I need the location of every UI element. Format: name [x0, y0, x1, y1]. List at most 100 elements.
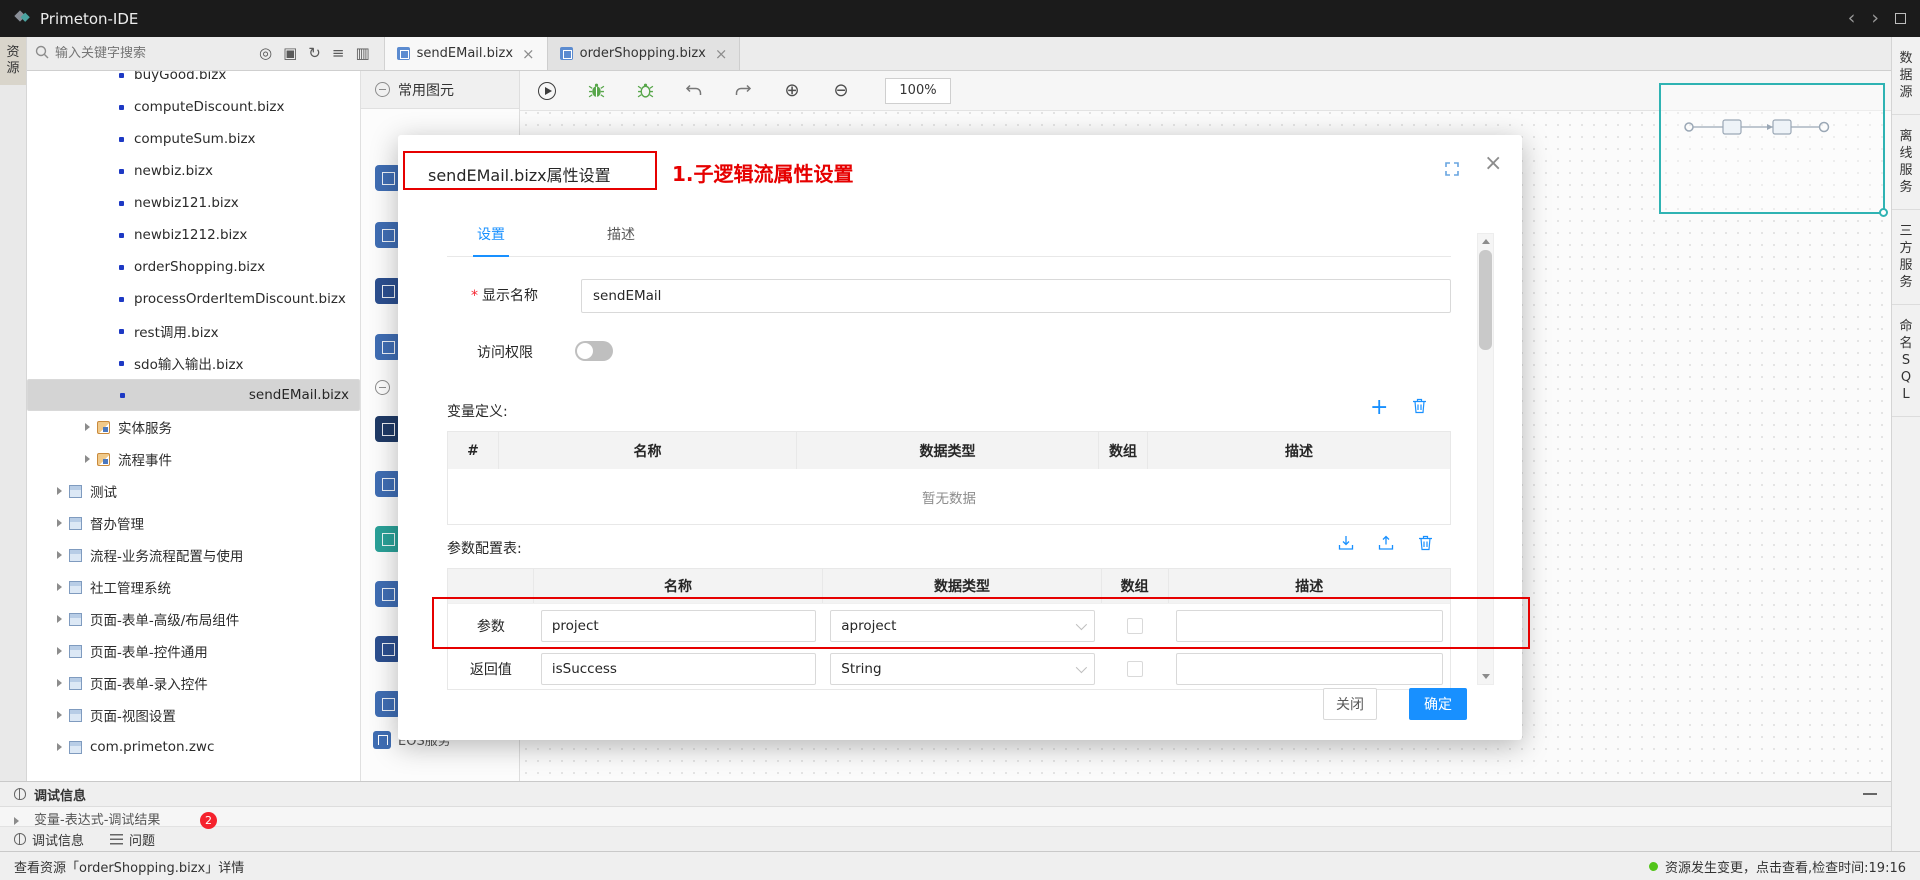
add-variable-icon[interactable]: +: [1370, 397, 1388, 419]
close-button[interactable]: 关闭: [1323, 688, 1377, 720]
back-icon[interactable]: ‹: [1848, 9, 1856, 28]
rail-item-label: 三方服务: [1899, 223, 1914, 291]
param-desc-input[interactable]: [1176, 653, 1443, 685]
tree-item-package[interactable]: 页面-表单-高级/布局组件: [27, 603, 360, 635]
tab-problems[interactable]: 问题: [110, 830, 155, 849]
forward-icon[interactable]: ›: [1871, 9, 1879, 28]
tree-item-package[interactable]: 测试: [27, 475, 360, 507]
tree-item-file[interactable]: processOrderItemDiscount.bizx: [27, 283, 360, 315]
param-name-input[interactable]: [541, 610, 816, 642]
tree-item-file[interactable]: orderShopping.bizx: [27, 251, 360, 283]
tab-description[interactable]: 描述: [607, 224, 635, 256]
file-bullet-icon: [119, 265, 124, 270]
bizx-file-icon: [397, 47, 410, 60]
zoom-in-icon[interactable]: ⊕: [781, 80, 803, 102]
export-params-icon[interactable]: [1378, 535, 1394, 555]
close-tab-icon[interactable]: ×: [522, 45, 535, 63]
array-checkbox[interactable]: [1127, 618, 1143, 634]
param-datatype-select[interactable]: String: [830, 653, 1094, 685]
delete-param-icon[interactable]: [1418, 535, 1433, 555]
tab-debug-info[interactable]: 调试信息: [14, 830, 84, 849]
tree-item-package[interactable]: 页面-表单-控件通用: [27, 635, 360, 667]
tree-item-package[interactable]: com.primeton.zwc: [27, 731, 360, 763]
file-bullet-icon: [119, 73, 124, 78]
tree-item-package[interactable]: 督办管理: [27, 507, 360, 539]
tree-item-package[interactable]: 流程-业务流程配置与使用: [27, 539, 360, 571]
access-toggle[interactable]: [575, 341, 613, 361]
tree-item-file-selected[interactable]: sendEMail.bizx: [27, 379, 360, 411]
header-row: ◎ ▣ ↻ ≡ ▥ sendEMail.bizx × orderShopping…: [27, 37, 1891, 71]
statusbar-right-text[interactable]: 资源发生变更，点击查看,检查时间:19:16: [1665, 857, 1906, 876]
debug-panel: 调试信息 变量-表达式-调试结果 调试信息 问题 2: [0, 781, 1891, 851]
collapse-panel-icon[interactable]: [1863, 793, 1877, 795]
param-desc-input[interactable]: [1176, 610, 1443, 642]
window-layout-icon[interactable]: [1895, 13, 1906, 24]
close-tab-icon[interactable]: ×: [715, 45, 728, 63]
rail-item-datasource[interactable]: 数据源: [1892, 37, 1920, 115]
scroll-down-icon[interactable]: [1478, 669, 1493, 684]
tree-item-label: newbiz1212.bizx: [134, 227, 247, 243]
ok-button[interactable]: 确定: [1409, 688, 1467, 720]
chevron-right-icon: [57, 647, 62, 655]
tree-item-package[interactable]: 页面-表单-录入控件: [27, 667, 360, 699]
rail-item-thirdparty-service[interactable]: 三方服务: [1892, 210, 1920, 305]
tree-item-file[interactable]: rest调用.bizx: [27, 315, 360, 347]
collapse-section-icon[interactable]: [375, 380, 390, 395]
tree-item-folder[interactable]: 实体服务: [27, 411, 360, 443]
flow-overview-preview[interactable]: [1659, 83, 1885, 214]
tree-item-label: 测试: [90, 481, 117, 501]
rail-item-named-sql[interactable]: 命名SQL: [1892, 305, 1920, 417]
delete-variable-icon[interactable]: [1412, 398, 1427, 418]
statusbar-left-text[interactable]: 查看资源「orderShopping.bizx」详情: [14, 857, 244, 876]
step-debug-icon[interactable]: [634, 80, 656, 102]
param-name-input[interactable]: [541, 653, 816, 685]
editor-tab-sendemail[interactable]: sendEMail.bizx ×: [385, 37, 548, 70]
chevron-right-icon[interactable]: [14, 817, 19, 825]
copy-view-icon[interactable]: ▥: [355, 46, 369, 61]
refresh-icon[interactable]: ↻: [308, 46, 321, 61]
debug-panel-header[interactable]: 调试信息: [0, 782, 1891, 807]
tree-item-file[interactable]: buyGood.bizx: [27, 71, 360, 91]
tree-item-file[interactable]: newbiz1212.bizx: [27, 219, 360, 251]
file-bullet-icon: [119, 105, 124, 110]
scroll-up-icon[interactable]: [1478, 234, 1493, 249]
sort-icon[interactable]: ≡: [332, 46, 345, 61]
collapse-section-icon[interactable]: [375, 82, 390, 97]
debug-icon[interactable]: [585, 80, 607, 102]
package-view-icon[interactable]: ▣: [283, 46, 297, 61]
locate-icon[interactable]: ◎: [259, 46, 272, 61]
tree-item-label: 页面-视图设置: [90, 705, 176, 725]
tree-item-file[interactable]: newbiz121.bizx: [27, 187, 360, 219]
zoom-out-icon[interactable]: ⊖: [830, 80, 852, 102]
tree-item-file[interactable]: newbiz.bizx: [27, 155, 360, 187]
file-bullet-icon: [119, 169, 124, 174]
chevron-down-icon: [1075, 661, 1086, 672]
search-input[interactable]: [55, 46, 235, 61]
tree-item-package[interactable]: 页面-视图设置: [27, 699, 360, 731]
param-datatype-select[interactable]: aproject: [830, 610, 1094, 642]
preview-handle-icon[interactable]: [1879, 208, 1888, 217]
run-debug-icon[interactable]: [536, 80, 558, 102]
palette-header[interactable]: 常用图元: [361, 71, 519, 109]
array-checkbox[interactable]: [1127, 661, 1143, 677]
tree-item-file[interactable]: sdo输入输出.bizx: [27, 347, 360, 379]
display-name-input[interactable]: [581, 279, 1451, 313]
fullscreen-icon[interactable]: [1444, 161, 1460, 181]
tree-item-file[interactable]: computeSum.bizx: [27, 123, 360, 155]
dialog-scrollbar[interactable]: [1477, 233, 1494, 685]
zoom-level[interactable]: 100%: [885, 78, 951, 104]
resources-rail-tab[interactable]: 资源: [0, 37, 26, 85]
editor-tab-ordershopping[interactable]: orderShopping.bizx ×: [548, 37, 741, 70]
debug-icon: [14, 788, 26, 800]
scrollbar-thumb[interactable]: [1479, 250, 1492, 350]
tree-item-file[interactable]: computeDiscount.bizx: [27, 91, 360, 123]
tree-item-folder[interactable]: 流程事件: [27, 443, 360, 475]
tree-item-package[interactable]: 社工管理系统: [27, 571, 360, 603]
rail-item-offline-service[interactable]: 离线服务: [1892, 115, 1920, 210]
dialog-close-icon[interactable]: ×: [1484, 153, 1502, 175]
rail-item-label: 命名SQL: [1899, 318, 1914, 403]
tab-settings[interactable]: 设置: [477, 224, 505, 256]
redo-icon[interactable]: [732, 80, 754, 102]
undo-icon[interactable]: [683, 80, 705, 102]
import-params-icon[interactable]: [1338, 535, 1354, 555]
